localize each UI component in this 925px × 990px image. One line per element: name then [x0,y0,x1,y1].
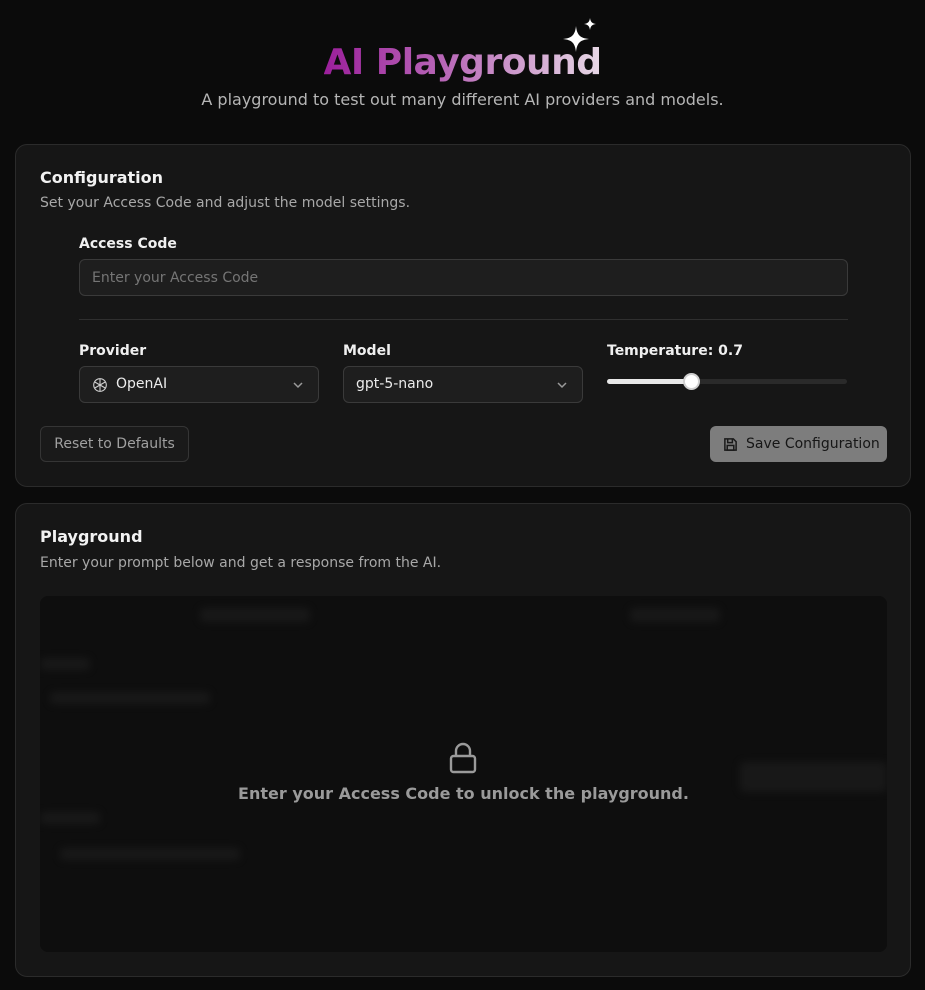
blurred-tab [630,608,720,622]
provider-value: OpenAI [116,376,168,392]
blurred-field [50,692,210,704]
configuration-description: Set your Access Code and adjust the mode… [40,195,411,211]
unlock-message: Enter your Access Code to unlock the pla… [238,784,689,803]
save-icon [724,438,737,451]
chevron-down-icon [293,382,303,389]
model-label: Model [343,343,391,359]
sparkle-icon [563,18,596,52]
temperature-slider-thumb[interactable] [683,373,700,390]
provider-label: Provider [79,343,147,359]
temperature-slider[interactable] [607,373,847,390]
blurred-label [40,658,90,670]
configuration-title: Configuration [40,168,164,187]
save-configuration-button[interactable]: Save Configuration [710,426,887,462]
model-value: gpt-5-nano [356,376,434,392]
blurred-tab [200,608,310,622]
blurred-field [60,848,240,860]
playground-description: Enter your prompt below and get a respon… [40,555,442,571]
playground-card: Playground Enter your prompt below and g… [15,503,911,977]
reset-to-defaults-button[interactable]: Reset to Defaults [40,426,189,462]
temperature-label: Temperature: 0.7 [607,343,743,359]
save-configuration-label: Save Configuration [746,436,880,452]
access-code-input[interactable] [79,259,848,296]
access-code-label: Access Code [79,236,177,252]
temperature-slider-fill [607,379,691,384]
app-title: AI Playground [324,40,602,86]
lock-icon [449,742,477,774]
openai-icon [93,378,107,392]
configuration-card: Configuration Set your Access Code and a… [15,144,911,487]
divider [79,319,848,320]
chevron-down-icon [557,382,567,389]
header: AI Playground [0,40,925,86]
app-subtitle: A playground to test out many different … [201,90,724,109]
playground-title: Playground [40,527,143,546]
model-select[interactable]: gpt-5-nano [343,366,583,403]
provider-select[interactable]: OpenAI [79,366,319,403]
locked-playground-overlay: Enter your Access Code to unlock the pla… [40,596,887,952]
blurred-label [40,812,100,824]
